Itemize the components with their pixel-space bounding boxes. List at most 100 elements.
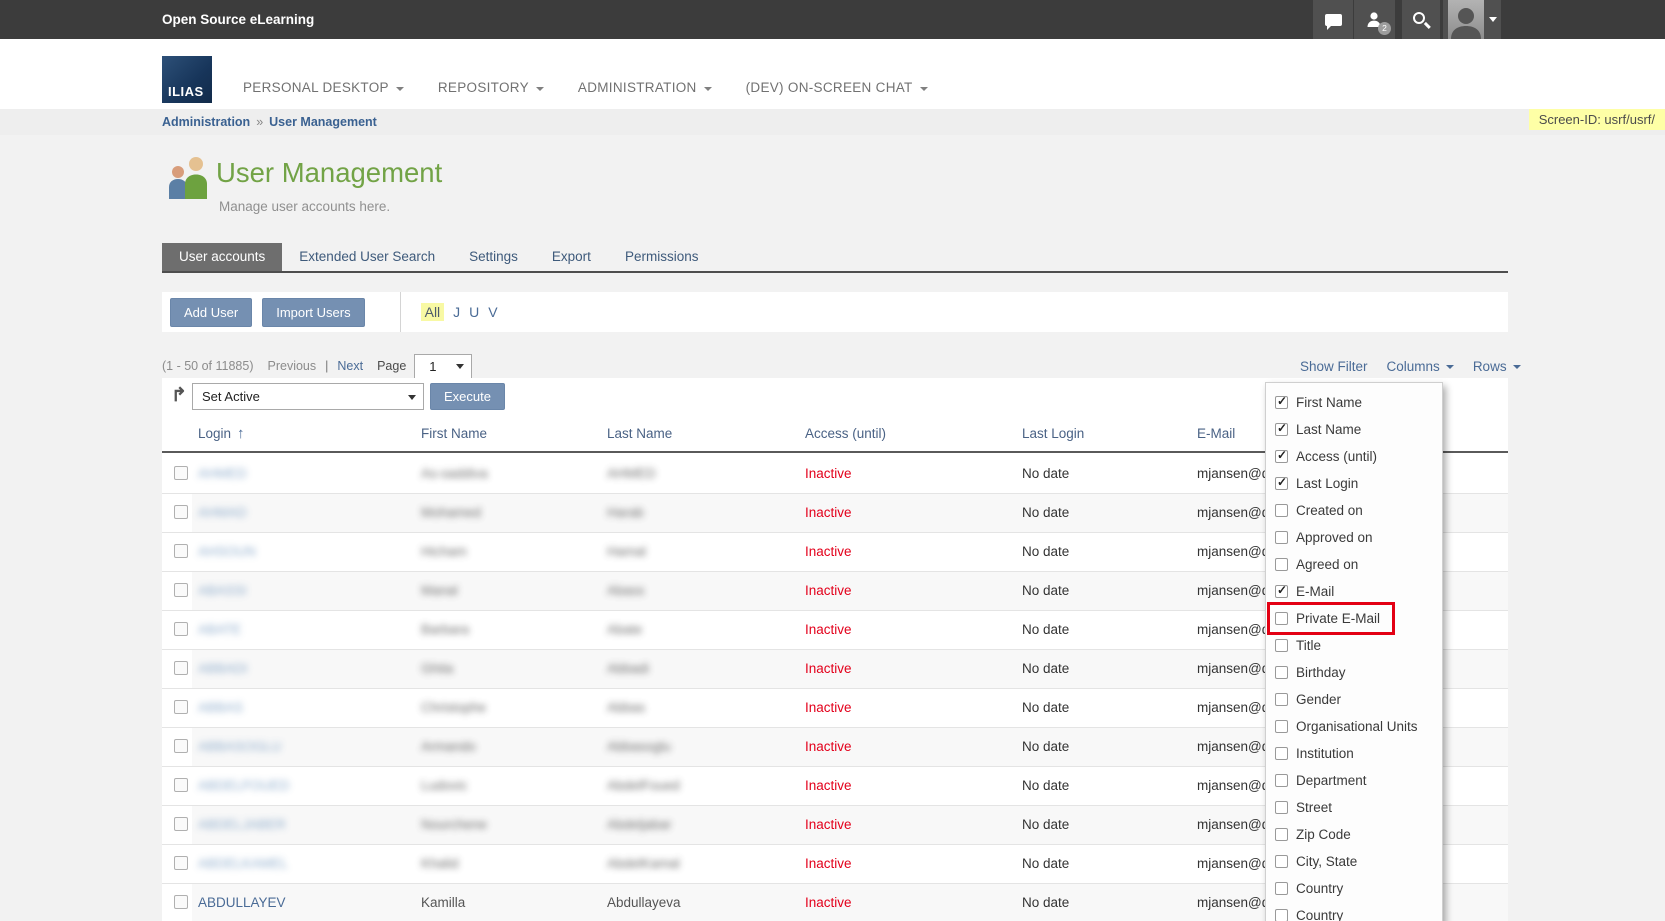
- tab-extended-user-search[interactable]: Extended User Search: [282, 243, 452, 271]
- checkbox-icon[interactable]: [174, 505, 188, 519]
- row-checkbox[interactable]: [174, 739, 188, 756]
- columns-menu-item-first-name[interactable]: First Name: [1266, 389, 1442, 416]
- add-user-button[interactable]: Add User: [170, 298, 252, 327]
- checkbox-icon[interactable]: [1275, 612, 1288, 625]
- login-link[interactable]: ABBAS: [198, 689, 243, 726]
- columns-menu-item-e-mail[interactable]: E-Mail: [1266, 578, 1442, 605]
- login-link[interactable]: ABATE: [198, 611, 241, 648]
- columns-menu-item-birthday[interactable]: Birthday: [1266, 659, 1442, 686]
- letter-filter-link[interactable]: U: [469, 304, 479, 320]
- checkbox-icon[interactable]: [174, 817, 188, 831]
- checkbox-icon[interactable]: [1275, 909, 1288, 921]
- row-checkbox[interactable]: [174, 895, 188, 912]
- show-filter-link[interactable]: Show Filter: [1300, 359, 1368, 374]
- columns-menu-item-country[interactable]: Country: [1266, 902, 1442, 921]
- import-users-button[interactable]: Import Users: [262, 298, 364, 327]
- columns-menu-item-title[interactable]: Title: [1266, 632, 1442, 659]
- columns-menu-item-access-until-[interactable]: Access (until): [1266, 443, 1442, 470]
- next-page-link[interactable]: Next: [337, 359, 363, 373]
- user-menu-button[interactable]: [1443, 0, 1501, 39]
- columns-menu-item-institution[interactable]: Institution: [1266, 740, 1442, 767]
- checkbox-icon[interactable]: [1275, 801, 1288, 814]
- columns-menu-item-private-e-mail[interactable]: Private E-Mail: [1266, 605, 1442, 632]
- checkbox-icon[interactable]: [174, 544, 188, 558]
- checkbox-icon[interactable]: [174, 583, 188, 597]
- column-header-access[interactable]: Access (until): [805, 415, 886, 452]
- checkbox-icon[interactable]: [1275, 639, 1288, 652]
- login-link[interactable]: ABDELKAMEL: [198, 845, 288, 882]
- main-menu-item-3[interactable]: ADMINISTRATION: [578, 80, 712, 95]
- breadcrumb-link-1[interactable]: Administration: [162, 115, 250, 129]
- search-button[interactable]: [1402, 0, 1440, 39]
- checkbox-icon[interactable]: [174, 466, 188, 480]
- login-link[interactable]: ABBASOGLU: [198, 728, 281, 765]
- row-checkbox[interactable]: [174, 622, 188, 639]
- checkbox-icon[interactable]: [174, 661, 188, 675]
- row-checkbox[interactable]: [174, 505, 188, 522]
- checkbox-icon[interactable]: [174, 778, 188, 792]
- row-checkbox[interactable]: [174, 544, 188, 561]
- login-link[interactable]: AHMAD: [198, 494, 247, 531]
- page-select[interactable]: 1: [414, 354, 472, 379]
- columns-menu-item-organisational-units[interactable]: Organisational Units: [1266, 713, 1442, 740]
- login-link[interactable]: AHSOUN: [198, 533, 256, 570]
- columns-menu-item-department[interactable]: Department: [1266, 767, 1442, 794]
- columns-menu-item-city-state[interactable]: City, State: [1266, 848, 1442, 875]
- login-link[interactable]: ABDELJABER: [198, 806, 286, 843]
- columns-menu-item-last-login[interactable]: Last Login: [1266, 470, 1442, 497]
- row-checkbox[interactable]: [174, 466, 188, 483]
- row-checkbox[interactable]: [174, 856, 188, 873]
- checkbox-icon[interactable]: [1275, 747, 1288, 760]
- columns-dropdown-button[interactable]: Columns: [1387, 359, 1454, 374]
- column-header-last[interactable]: Last Name: [607, 415, 672, 452]
- row-checkbox[interactable]: [174, 817, 188, 834]
- column-header-login[interactable]: Login↑: [198, 415, 245, 452]
- row-checkbox[interactable]: [174, 583, 188, 600]
- login-link[interactable]: ABDULLAYEV: [198, 884, 286, 921]
- main-menu-item-1[interactable]: PERSONAL DESKTOP: [243, 80, 404, 95]
- checkbox-icon[interactable]: [1275, 693, 1288, 706]
- checkbox-icon[interactable]: [1275, 477, 1288, 490]
- checkbox-icon[interactable]: [1275, 828, 1288, 841]
- tab-settings[interactable]: Settings: [452, 243, 535, 271]
- action-select[interactable]: Set Active: [192, 383, 424, 410]
- checkbox-icon[interactable]: [1275, 396, 1288, 409]
- checkbox-icon[interactable]: [1275, 666, 1288, 679]
- checkbox-icon[interactable]: [1275, 450, 1288, 463]
- letter-filter-link[interactable]: V: [488, 304, 497, 320]
- login-link[interactable]: ABDELFOUED: [198, 767, 290, 804]
- checkbox-icon[interactable]: [1275, 774, 1288, 787]
- tab-user-accounts[interactable]: User accounts: [162, 243, 282, 271]
- columns-menu-item-gender[interactable]: Gender: [1266, 686, 1442, 713]
- previous-page-link[interactable]: Previous: [268, 359, 317, 373]
- columns-menu-item-last-name[interactable]: Last Name: [1266, 416, 1442, 443]
- columns-menu-item-created-on[interactable]: Created on: [1266, 497, 1442, 524]
- checkbox-icon[interactable]: [174, 856, 188, 870]
- login-link[interactable]: ABBADI: [198, 650, 248, 687]
- checkbox-icon[interactable]: [1275, 531, 1288, 544]
- columns-menu-item-country[interactable]: Country: [1266, 875, 1442, 902]
- execute-button[interactable]: Execute: [430, 383, 505, 410]
- checkbox-icon[interactable]: [174, 700, 188, 714]
- column-header-email[interactable]: E-Mail: [1197, 415, 1235, 452]
- row-checkbox[interactable]: [174, 778, 188, 795]
- online-users-button[interactable]: 2: [1354, 0, 1395, 39]
- checkbox-icon[interactable]: [174, 739, 188, 753]
- login-link[interactable]: ABASSI: [198, 572, 247, 609]
- letter-filter-link[interactable]: J: [453, 304, 460, 320]
- checkbox-icon[interactable]: [1275, 720, 1288, 733]
- columns-menu-item-agreed-on[interactable]: Agreed on: [1266, 551, 1442, 578]
- checkbox-icon[interactable]: [1275, 585, 1288, 598]
- chat-button[interactable]: [1313, 0, 1353, 39]
- rows-dropdown-button[interactable]: Rows: [1473, 359, 1521, 374]
- column-header-first[interactable]: First Name: [421, 415, 487, 452]
- checkbox-icon[interactable]: [1275, 423, 1288, 436]
- checkbox-icon[interactable]: [174, 895, 188, 909]
- row-checkbox[interactable]: [174, 700, 188, 717]
- column-header-lastlogin[interactable]: Last Login: [1022, 415, 1084, 452]
- main-menu-item-2[interactable]: REPOSITORY: [438, 80, 544, 95]
- login-link[interactable]: AHMED: [198, 455, 247, 492]
- breadcrumb-link-2[interactable]: User Management: [269, 115, 377, 129]
- columns-menu-item-street[interactable]: Street: [1266, 794, 1442, 821]
- tab-permissions[interactable]: Permissions: [608, 243, 716, 271]
